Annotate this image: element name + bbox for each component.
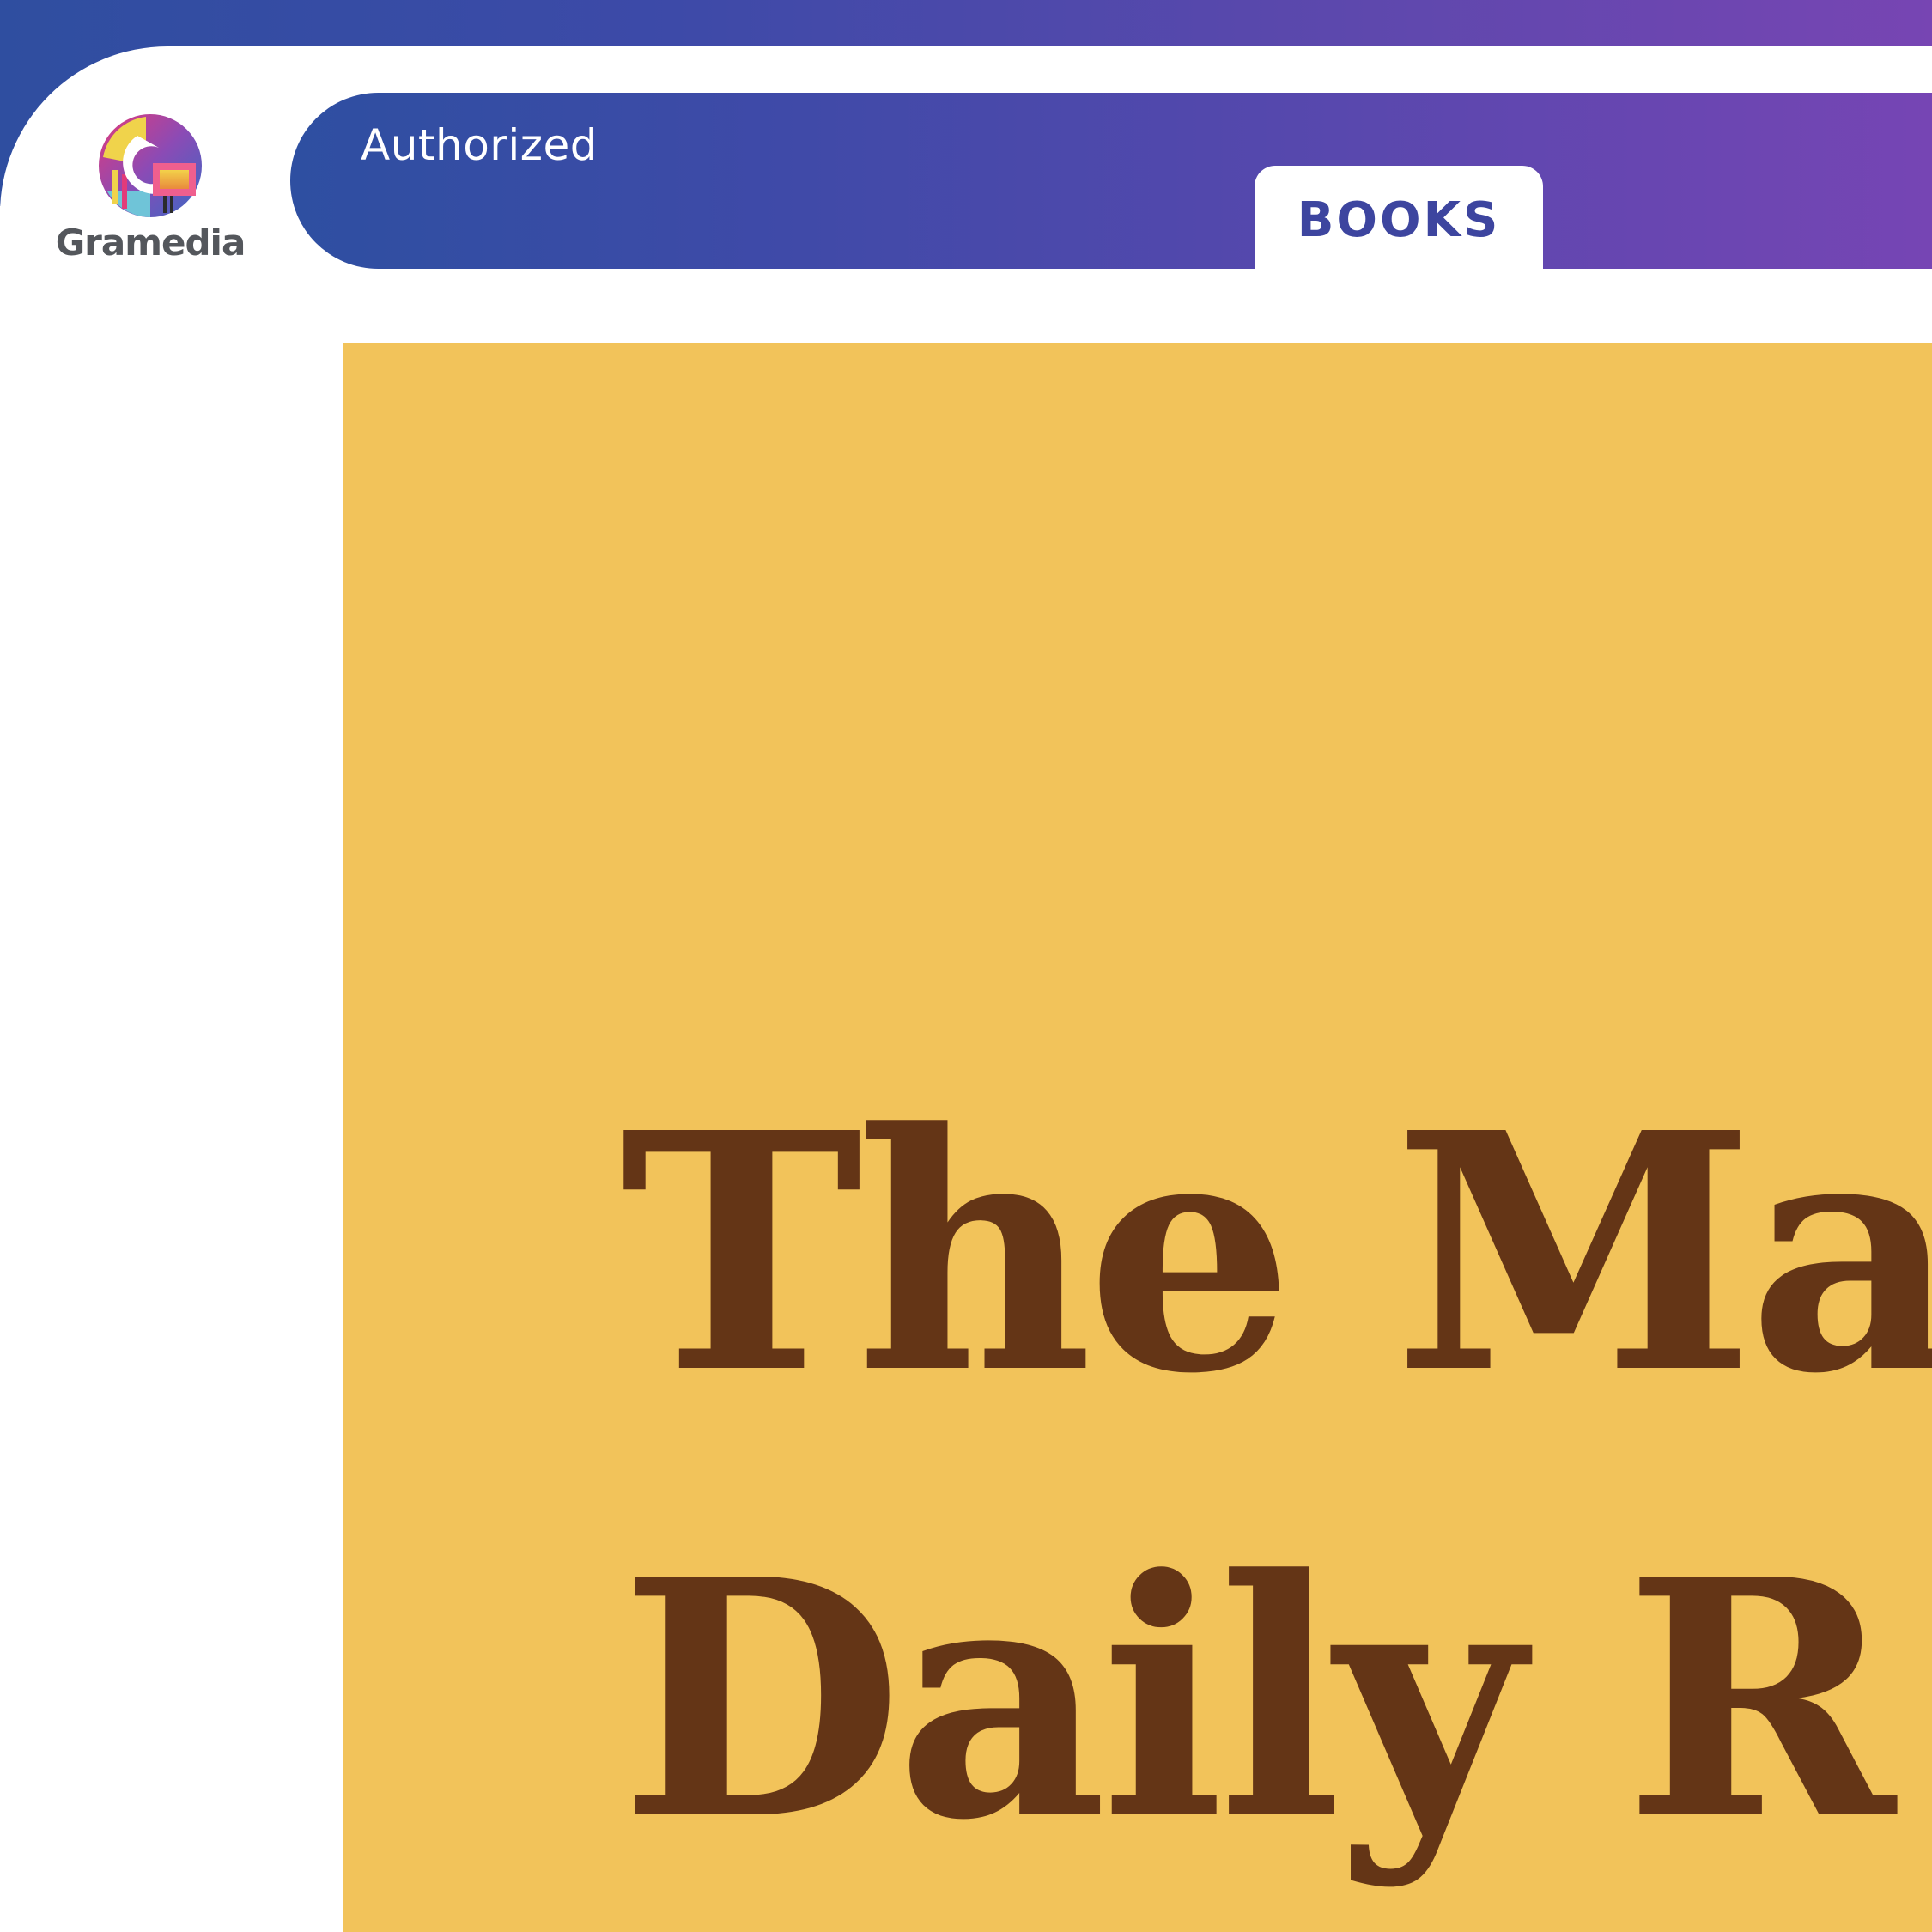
gramedia-logo: Gramedia bbox=[52, 110, 249, 273]
book-cover: The Ma Daily R bbox=[343, 343, 1932, 1932]
header-banner bbox=[290, 93, 1932, 269]
gramedia-g-logo-icon bbox=[99, 114, 202, 217]
authorized-label: Authorized bbox=[361, 120, 598, 170]
book-cover-title: The Ma Daily R bbox=[620, 1061, 1932, 1892]
tab-books-label: BOOKS bbox=[1297, 191, 1501, 248]
brand-name: Gramedia bbox=[55, 222, 246, 264]
tab-books[interactable]: BOOKS bbox=[1255, 166, 1543, 269]
product-image: Gramedia Authorized BOOKS The Ma Daily R bbox=[0, 0, 1932, 1932]
